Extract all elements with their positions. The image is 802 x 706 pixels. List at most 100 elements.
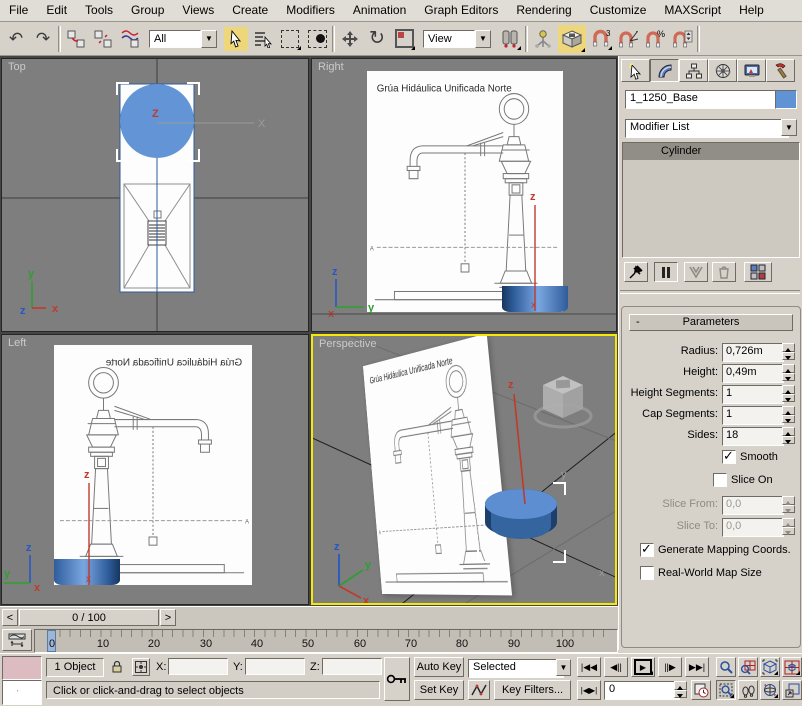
viewport-left-label[interactable]: Left bbox=[8, 337, 26, 349]
show-end-result-button[interactable] bbox=[654, 262, 678, 282]
tab-utilities[interactable] bbox=[766, 59, 795, 82]
pin-stack-button[interactable] bbox=[624, 262, 648, 282]
go-to-start-button[interactable]: |◀◀ bbox=[577, 657, 601, 677]
viewport-perspective-label[interactable]: Perspective bbox=[319, 338, 376, 350]
track-bar[interactable]: 0 10 20 30 40 50 60 70 80 90 100 bbox=[0, 628, 618, 653]
select-move-button[interactable] bbox=[338, 27, 362, 51]
menu-customize[interactable]: Customize bbox=[581, 0, 656, 21]
menu-tools[interactable]: Tools bbox=[76, 0, 122, 21]
menu-edit[interactable]: Edit bbox=[37, 0, 76, 21]
height-spinner[interactable] bbox=[782, 364, 795, 381]
viewport-left[interactable]: Left z x z y x bbox=[1, 334, 309, 605]
next-frame-button[interactable]: ||▶ bbox=[658, 657, 682, 677]
menu-modifiers[interactable]: Modifiers bbox=[277, 0, 344, 21]
height-segments-field[interactable]: 1 bbox=[722, 385, 784, 404]
sides-spinner[interactable] bbox=[782, 427, 795, 444]
viewport-top-label[interactable]: Top bbox=[8, 61, 26, 73]
y-coord-field[interactable] bbox=[245, 658, 305, 675]
track-bar-ruler[interactable]: 0 10 20 30 40 50 60 70 80 90 100 bbox=[34, 629, 618, 653]
time-slider-prev-button[interactable]: < bbox=[2, 609, 18, 626]
stack-item-cylinder[interactable]: Cylinder bbox=[623, 143, 799, 160]
pan-view-button[interactable] bbox=[738, 680, 758, 700]
selection-filter-arrow[interactable]: ▼ bbox=[201, 30, 217, 48]
angle-snap-button[interactable] bbox=[616, 27, 640, 51]
play-button[interactable]: ▶ bbox=[631, 657, 655, 677]
menu-graph-editors[interactable]: Graph Editors bbox=[415, 0, 507, 21]
tab-hierarchy[interactable] bbox=[679, 59, 708, 82]
x-coord-field[interactable] bbox=[168, 658, 228, 675]
spinner-snap-button[interactable] bbox=[670, 27, 694, 51]
arc-rotate-button[interactable] bbox=[760, 680, 780, 700]
selection-lock-button[interactable] bbox=[108, 658, 126, 676]
percent-snap-button[interactable]: % bbox=[643, 27, 667, 51]
cap-segments-field[interactable]: 1 bbox=[722, 406, 784, 425]
radius-field[interactable]: 0,726m bbox=[722, 343, 784, 362]
maxscript-listener-white[interactable]: ' bbox=[2, 680, 42, 705]
menu-views[interactable]: Views bbox=[173, 0, 223, 21]
tab-modify[interactable] bbox=[650, 59, 679, 82]
default-tangent-button[interactable] bbox=[468, 680, 490, 700]
viewport-right-label[interactable]: Right bbox=[318, 61, 344, 73]
menu-group[interactable]: Group bbox=[122, 0, 173, 21]
select-object-button[interactable] bbox=[224, 27, 248, 51]
undo-button[interactable]: ↶ bbox=[4, 27, 28, 51]
time-slider-next-button[interactable]: > bbox=[160, 609, 176, 626]
menu-rendering[interactable]: Rendering bbox=[507, 0, 580, 21]
cylinder-object[interactable] bbox=[502, 286, 568, 312]
select-rotate-button[interactable]: ↻ bbox=[365, 27, 389, 51]
object-name-field[interactable]: 1_1250_Base bbox=[625, 90, 779, 109]
auto-key-button[interactable]: Auto Key bbox=[414, 657, 464, 677]
tab-motion[interactable] bbox=[708, 59, 737, 82]
real-world-checkbox[interactable] bbox=[640, 566, 654, 580]
viewport-perspective[interactable]: Perspective y x z bbox=[311, 334, 617, 605]
zoom-extents-button[interactable] bbox=[760, 657, 780, 677]
sides-field[interactable]: 18 bbox=[722, 427, 784, 446]
maxscript-listener-pink[interactable] bbox=[2, 656, 42, 680]
modifier-list-dropdown[interactable]: Modifier List bbox=[625, 119, 789, 138]
ref-coord-dropdown[interactable]: View ▼ bbox=[423, 29, 491, 49]
window-crossing-button[interactable] bbox=[305, 27, 329, 51]
make-unique-button[interactable] bbox=[684, 262, 708, 282]
menu-help[interactable]: Help bbox=[730, 0, 773, 21]
key-set-dropdown[interactable]: Selected bbox=[468, 659, 564, 678]
key-filters-button[interactable]: Key Filters... bbox=[494, 680, 571, 700]
menu-file[interactable]: File bbox=[0, 0, 37, 21]
cylinder-object[interactable] bbox=[54, 559, 120, 585]
tab-create[interactable] bbox=[621, 59, 650, 82]
cap-segments-spinner[interactable] bbox=[782, 406, 795, 423]
menu-animation[interactable]: Animation bbox=[344, 0, 415, 21]
set-keys-button[interactable] bbox=[384, 657, 410, 701]
z-coord-field[interactable] bbox=[322, 658, 382, 675]
redo-button[interactable]: ↷ bbox=[31, 27, 55, 51]
generate-mapping-checkbox[interactable] bbox=[640, 543, 654, 557]
current-frame-field[interactable]: 0 bbox=[604, 681, 680, 700]
viewport-right[interactable]: Right z x z y x bbox=[311, 58, 617, 332]
maximize-viewport-toggle[interactable] bbox=[782, 680, 802, 700]
time-slider-handle[interactable]: 0 / 100 bbox=[19, 609, 159, 626]
snaps-toggle-button[interactable] bbox=[558, 25, 586, 53]
remove-modifier-button[interactable] bbox=[712, 262, 736, 282]
viewport-top[interactable]: Top X Z y x z bbox=[1, 58, 309, 332]
use-center-button[interactable] bbox=[498, 27, 522, 51]
height-field[interactable]: 0,49m bbox=[722, 364, 784, 383]
selection-filter-dropdown[interactable]: All ▼ bbox=[149, 29, 217, 49]
select-by-name-button[interactable] bbox=[251, 27, 275, 51]
height-segments-spinner[interactable] bbox=[782, 385, 795, 402]
select-manipulate-button[interactable] bbox=[531, 27, 555, 51]
unlink-button[interactable] bbox=[91, 27, 115, 51]
zoom-all-button[interactable] bbox=[738, 657, 758, 677]
parameters-rollout-header[interactable]: - Parameters bbox=[629, 314, 793, 331]
frame-spinner[interactable] bbox=[674, 681, 687, 698]
tab-display[interactable] bbox=[737, 59, 766, 82]
zoom-extents-all-button[interactable] bbox=[782, 657, 802, 677]
zoom-button[interactable] bbox=[716, 657, 736, 677]
mini-curve-editor-button[interactable] bbox=[2, 629, 32, 651]
slice-on-checkbox[interactable] bbox=[713, 473, 727, 487]
modifier-list-arrow[interactable]: ▼ bbox=[781, 119, 797, 136]
key-mode-toggle-button[interactable]: |◀▶| bbox=[577, 680, 601, 700]
select-scale-button[interactable] bbox=[392, 27, 416, 51]
modifier-stack[interactable]: Cylinder bbox=[622, 142, 800, 258]
time-configuration-button[interactable] bbox=[691, 680, 711, 700]
bind-spacewarp-button[interactable] bbox=[118, 27, 142, 51]
selection-region-button[interactable] bbox=[278, 27, 302, 51]
